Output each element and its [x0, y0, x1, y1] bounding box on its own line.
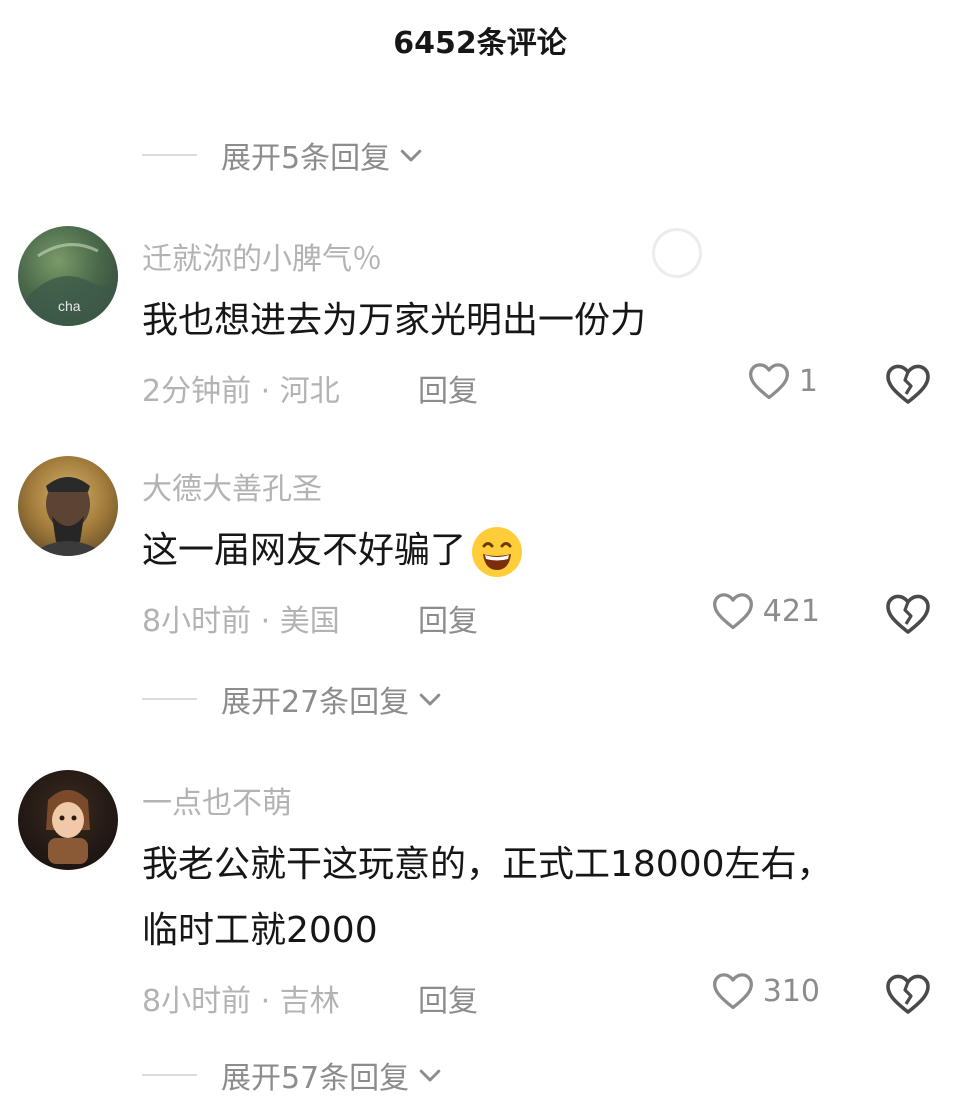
expand-replies-label: 展开27条回复 — [221, 685, 410, 720]
comment-text: 我老公就干这玩意的，正式工18000左右， 临时工就2000 — [142, 832, 932, 964]
comment-meta: 8小时前 · 美国 — [142, 596, 340, 640]
grinning-face-emoji — [472, 527, 523, 577]
svg-text:cha: cha — [58, 298, 81, 314]
avatar-image — [46, 790, 90, 864]
comment-location: 美国 — [279, 604, 340, 639]
divider-line — [142, 1074, 197, 1076]
broken-heart-icon[interactable] — [884, 972, 932, 1016]
avatar[interactable] — [18, 770, 118, 870]
expand-replies-button[interactable]: 展开57条回复 — [142, 1050, 445, 1100]
heart-icon — [748, 363, 789, 400]
comment-text: 我也想进去为万家光明出一份力 — [142, 300, 647, 341]
reply-button[interactable]: 回复 — [418, 596, 478, 640]
comment-username[interactable]: 迁就沵的小脾气％ — [142, 234, 382, 278]
like-button[interactable]: 1 — [747, 360, 818, 402]
expand-replies-button[interactable]: 展开27条回复 — [142, 674, 445, 724]
like-count: 1 — [798, 363, 818, 399]
avatar-image — [28, 477, 108, 556]
reply-button[interactable]: 回复 — [418, 366, 478, 410]
comment-text: 这一届网友不好骗了 — [142, 518, 932, 584]
expand-replies-button[interactable]: 展开5条回复 — [142, 130, 426, 180]
broken-heart-icon[interactable] — [884, 592, 932, 636]
like-count: 421 — [762, 593, 820, 629]
broken-heart-icon[interactable] — [884, 362, 932, 406]
like-count: 310 — [762, 973, 820, 1009]
meta-separator: · — [260, 604, 271, 639]
like-button[interactable]: 310 — [711, 970, 820, 1012]
heart-icon — [712, 973, 753, 1010]
comment-meta: 2分钟前 · 河北 — [142, 366, 340, 410]
comment-username[interactable]: 大德大善孔圣 — [142, 464, 322, 508]
divider-line — [142, 698, 197, 700]
comment-location: 河北 — [279, 374, 340, 409]
comment-text-line: 临时工就2000 — [142, 910, 378, 951]
meta-separator: · — [260, 984, 271, 1019]
expand-replies-label: 展开57条回复 — [221, 1061, 410, 1096]
reply-button[interactable]: 回复 — [418, 976, 478, 1020]
avatar[interactable]: cha — [18, 226, 118, 326]
heart-icon — [712, 593, 753, 630]
avatar[interactable] — [18, 456, 118, 556]
meta-separator: · — [260, 374, 271, 409]
avatar-image: cha — [18, 243, 118, 326]
like-button[interactable]: 421 — [711, 590, 820, 632]
comment-text-line: 我老公就干这玩意的，正式工18000左右， — [142, 844, 833, 885]
comment-time: 8小时前 — [142, 604, 252, 639]
comment-username[interactable]: 一点也不萌 — [142, 778, 292, 822]
divider-line — [142, 154, 197, 156]
loading-ring-icon — [652, 228, 702, 278]
comment-location: 吉林 — [279, 984, 340, 1019]
chevron-down-icon — [419, 693, 441, 706]
expand-replies-label: 展开5条回复 — [221, 141, 391, 176]
comment-meta: 8小时前 · 吉林 — [142, 976, 340, 1020]
comments-count-title: 6452条评论 — [393, 26, 567, 61]
chevron-down-icon — [400, 149, 422, 162]
comment-text-content: 这一届网友不好骗了 — [142, 530, 467, 571]
chevron-down-icon — [419, 1069, 441, 1082]
comment-time: 8小时前 — [142, 984, 252, 1019]
comment-time: 2分钟前 — [142, 374, 252, 409]
